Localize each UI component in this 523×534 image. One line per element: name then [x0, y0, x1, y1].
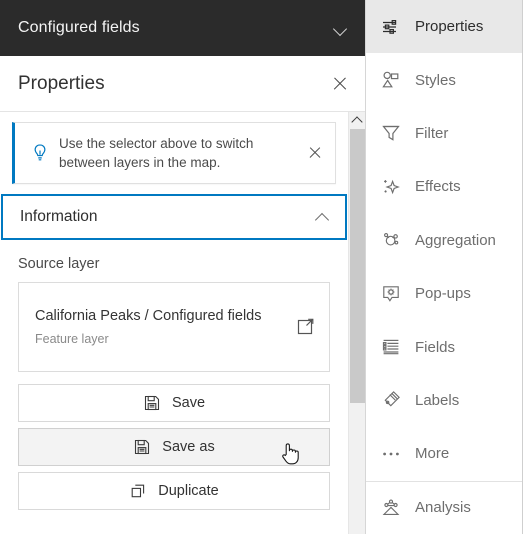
scrollbar-thumb[interactable] — [350, 129, 365, 403]
fields-list-icon — [380, 336, 402, 358]
styles-icon — [380, 69, 402, 91]
sidebar-item-label: Pop-ups — [415, 285, 471, 303]
sidebar-item-label: Labels — [415, 391, 460, 409]
sidebar-item-label: Properties — [415, 18, 484, 36]
tip-close-icon[interactable] — [307, 145, 323, 161]
funnel-icon — [380, 122, 402, 144]
sidebar-item-labels[interactable]: Labels — [366, 374, 522, 427]
sidebar-item-aggregation[interactable]: Aggregation — [366, 214, 522, 267]
chevron-down-icon[interactable] — [333, 20, 349, 36]
duplicate-button-label: Duplicate — [158, 483, 219, 499]
source-layer-card[interactable]: California Peaks / Configured fields Fea… — [18, 282, 330, 372]
save-as-button[interactable]: Save as — [18, 428, 330, 466]
info-tip: Use the selector above to switch between… — [12, 122, 336, 184]
save-button-label: Save — [171, 395, 206, 411]
page-title: Properties — [18, 72, 105, 94]
source-layer-info: California Peaks / Configured fields Fea… — [35, 306, 296, 346]
duplicate-icon — [129, 482, 147, 500]
sidebar-item-properties[interactable]: Properties — [366, 0, 522, 54]
information-accordion-header[interactable]: Information — [1, 194, 347, 240]
layer-properties-panel: Configured fields Properties Use the sel… — [0, 0, 523, 534]
action-buttons: Save Save as Duplicate — [0, 372, 348, 524]
sidebar-item-filter[interactable]: Filter — [366, 107, 522, 160]
properties-panel: Configured fields Properties Use the sel… — [0, 0, 366, 534]
sidebar-item-label: Analysis — [415, 499, 471, 517]
chevron-up-icon[interactable] — [314, 209, 330, 225]
sidebar-item-label: Aggregation — [415, 231, 496, 249]
save-button[interactable]: Save — [18, 384, 330, 422]
source-layer-title: California Peaks / Configured fields — [35, 308, 262, 324]
save-as-button-label: Save as — [162, 439, 215, 455]
sidebar-item-label: Filter — [415, 124, 449, 142]
label-tag-icon — [380, 389, 402, 411]
analysis-icon — [380, 497, 402, 519]
lightbulb-icon — [29, 141, 51, 165]
layer-selector-header[interactable]: Configured fields — [0, 0, 365, 56]
source-layer-section: Source layer California Peaks / Configur… — [0, 240, 348, 372]
sidebar-item-more[interactable]: More — [366, 427, 522, 480]
external-link-icon[interactable] — [296, 316, 316, 336]
panel-scroll-body: Use the selector above to switch between… — [0, 112, 365, 534]
properties-title-bar: Properties — [0, 56, 365, 112]
save-icon — [143, 394, 161, 412]
sidebar-item-label: Styles — [415, 71, 456, 89]
vertical-scrollbar[interactable] — [348, 112, 365, 534]
layer-selector-title: Configured fields — [18, 19, 140, 36]
sidebar-item-label: More — [415, 445, 450, 463]
sidebar-item-label: Fields — [415, 338, 456, 356]
close-icon[interactable] — [331, 75, 349, 93]
accordion-label: Information — [20, 208, 98, 225]
sidebar-item-effects[interactable]: Effects — [366, 160, 522, 213]
sidebar-item-styles[interactable]: Styles — [366, 53, 522, 106]
source-layer-type: Feature layer — [35, 332, 109, 346]
scroll-up-arrow-icon[interactable] — [349, 112, 365, 129]
sidebar-item-fields[interactable]: Fields — [366, 320, 522, 373]
tip-text: Use the selector above to switch between… — [59, 136, 254, 170]
sliders-icon — [380, 16, 402, 38]
popup-gear-icon — [380, 283, 402, 305]
duplicate-button[interactable]: Duplicate — [18, 472, 330, 510]
panel-content: Use the selector above to switch between… — [0, 112, 348, 524]
tool-sidebar: Properties Styles Filter Effects Aggrega… — [366, 0, 522, 534]
ellipsis-icon — [380, 443, 402, 465]
sidebar-item-analysis[interactable]: Analysis — [366, 480, 522, 534]
source-layer-label: Source layer — [18, 256, 100, 272]
sidebar-item-popups[interactable]: Pop-ups — [366, 267, 522, 320]
aggregation-icon — [380, 229, 402, 251]
tip-wrapper: Use the selector above to switch between… — [0, 112, 348, 194]
sparkle-icon — [380, 176, 402, 198]
save-as-icon — [133, 438, 151, 456]
sidebar-item-label: Effects — [415, 178, 461, 196]
